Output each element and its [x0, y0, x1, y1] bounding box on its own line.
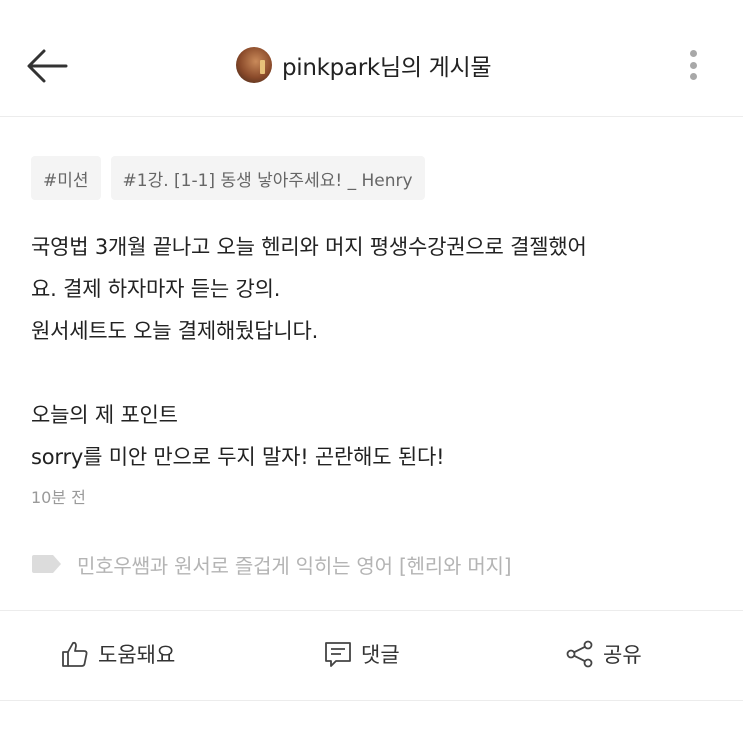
share-label: 공유 — [603, 643, 642, 667]
helpful-button[interactable]: 도움돼요 — [60, 634, 175, 674]
post-line: 요. 결제 하자마자 듣는 강의. — [31, 277, 281, 301]
vertical-ellipsis-icon — [689, 50, 697, 57]
tag-chip[interactable]: #1강. [1-1] 동생 낳아주세요! _ Henry — [110, 156, 425, 200]
category-link[interactable]: 민호우쌤과 원서로 즐겁게 익히는 영어 [헨리와 머지] — [31, 546, 512, 582]
thumbs-up-icon — [62, 641, 88, 667]
tag-list: #미션 #1강. [1-1] 동생 낳아주세요! _ Henry — [31, 156, 425, 200]
category-label: 민호우쌤과 원서로 즐겁게 익히는 영어 [헨리와 머지] — [77, 553, 512, 578]
helpful-label: 도움돼요 — [98, 643, 176, 667]
post-line: 오늘의 제 포인트 — [31, 403, 178, 427]
back-button[interactable] — [22, 42, 70, 90]
comment-button[interactable]: 댓글 — [323, 634, 400, 674]
post-line: sorry를 미안 만으로 두지 말자! 곤란해도 된다! — [31, 445, 445, 469]
share-icon — [566, 640, 593, 668]
post-line: 국영법 3개월 끝나고 오늘 헨리와 머지 평생수강권으로 결젤했어 — [31, 235, 587, 259]
more-options-button[interactable] — [682, 46, 704, 84]
arrow-left-icon — [27, 49, 68, 83]
post-line: 원서세트도 오늘 결제해뒀답니다. — [31, 319, 319, 343]
comment-label: 댓글 — [361, 643, 400, 667]
post-line — [31, 352, 721, 394]
divider — [0, 700, 743, 701]
top-bar: pinkpark님의 게시물 — [0, 0, 743, 117]
tag-chip[interactable]: #미션 — [31, 156, 101, 200]
tag-label-icon — [32, 555, 61, 573]
post-timestamp: 10분 전 — [31, 488, 86, 507]
page-title: pinkpark님의 게시물 — [282, 55, 492, 81]
post-body: 국영법 3개월 끝나고 오늘 헨리와 머지 평생수강권으로 결젤했어 요. 결제… — [31, 226, 721, 478]
ellipsis-dot — [689, 73, 697, 80]
share-button[interactable]: 공유 — [565, 634, 642, 674]
post-author-title: pinkpark님의 게시물 — [236, 46, 492, 84]
ellipsis-dot — [689, 61, 697, 69]
comment-icon — [325, 642, 351, 667]
divider — [0, 610, 743, 611]
avatar[interactable] — [236, 47, 272, 83]
